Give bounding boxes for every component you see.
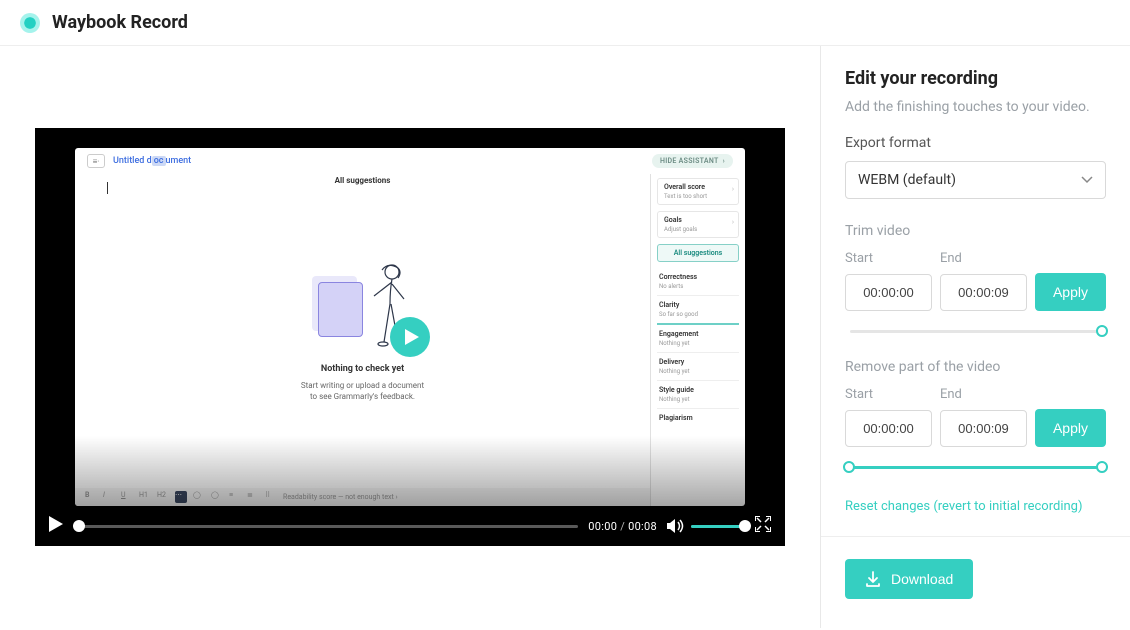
doc-editor-pane: All suggestions	[75, 174, 650, 506]
doc-toolbar: B I U H1 H2 ⋯ ◯ ◯ ≡ ≣ ⠿ Readability scor…	[75, 488, 650, 506]
extra-icon: ⠿	[265, 491, 277, 503]
delivery-item: Delivery Nothing yet	[657, 353, 739, 381]
hide-assistant-pill: HIDE ASSISTANT ›	[652, 154, 733, 168]
video-area: ≡· Untitled document HIDE ASSISTANT › Al…	[0, 46, 820, 628]
empty-state: Nothing to check yet Start writing or up…	[95, 264, 630, 402]
export-format-select[interactable]: WEBM (default)	[845, 161, 1106, 199]
play-button[interactable]	[49, 516, 63, 536]
remove-label: Remove part of the video	[845, 359, 1106, 375]
remove-end-label: End	[940, 387, 1027, 402]
reset-link[interactable]: Reset changes (revert to initial recordi…	[845, 499, 1083, 514]
volume-icon[interactable]	[667, 518, 685, 534]
h1-icon: H1	[139, 491, 151, 503]
export-value: WEBM (default)	[858, 172, 956, 188]
h2-icon: H2	[157, 491, 169, 503]
fullscreen-button[interactable]	[755, 516, 771, 536]
seek-thumb[interactable]	[73, 520, 85, 532]
trim-end-input[interactable]	[940, 274, 1027, 311]
remove-start-label: Start	[845, 387, 932, 402]
fullscreen-icon	[755, 516, 771, 532]
edit-sidebar: Edit your recording Add the finishing to…	[820, 46, 1130, 628]
seek-bar[interactable]	[73, 525, 578, 528]
remove-slider-end-thumb[interactable]	[1096, 461, 1108, 473]
bold-icon: B	[85, 491, 97, 503]
remove-end-input[interactable]	[940, 410, 1027, 447]
remove-row: Start End Apply	[845, 387, 1106, 447]
volume-bar[interactable]	[691, 525, 745, 528]
plagiarism-item: Plagiarism	[657, 409, 739, 427]
trim-start-input[interactable]	[845, 274, 932, 311]
underline-icon: U	[121, 491, 133, 503]
main-layout: ≡· Untitled document HIDE ASSISTANT › Al…	[0, 46, 1130, 628]
list-icon: ≡	[229, 491, 241, 503]
download-icon	[865, 571, 881, 587]
video-controls: 00:00 / 00:08	[35, 506, 785, 546]
divider	[821, 536, 1130, 537]
play-icon	[49, 516, 63, 532]
download-label: Download	[891, 571, 953, 587]
remove-apply-button[interactable]: Apply	[1035, 409, 1106, 447]
volume-control	[667, 518, 745, 534]
app-logo	[20, 13, 40, 33]
big-play-button[interactable]	[390, 317, 430, 357]
overall-card: Overall score Text is too short ›	[657, 178, 739, 205]
doc-title: Untitled document	[113, 156, 191, 166]
suggestions-heading: All suggestions	[75, 176, 650, 185]
trim-slider-thumb[interactable]	[1096, 325, 1108, 337]
trim-label: Trim video	[845, 223, 1106, 239]
remove-slider-start-thumb[interactable]	[843, 461, 855, 473]
trim-end-label: End	[940, 251, 1027, 266]
engagement-item: Engagement Nothing yet	[657, 325, 739, 353]
goals-card: Goals Adjust goals ›	[657, 211, 739, 238]
volume-thumb[interactable]	[739, 520, 751, 532]
remove-slider[interactable]	[845, 461, 1106, 471]
trim-start-label: Start	[845, 251, 932, 266]
doc-topbar: ≡· Untitled document HIDE ASSISTANT ›	[75, 148, 745, 174]
correctness-item: Correctness No alerts	[657, 268, 739, 296]
export-label: Export format	[845, 135, 1106, 151]
app-header: Waybook Record	[0, 0, 1130, 46]
clarity-item: Clarity So far so good	[657, 296, 739, 325]
readability-text: Readability score — not enough text ›	[283, 493, 398, 501]
time-display: 00:00 / 00:08	[588, 520, 657, 533]
video-player: ≡· Untitled document HIDE ASSISTANT › Al…	[35, 128, 785, 546]
italic-icon: I	[103, 491, 115, 503]
panel-subtitle: Add the finishing touches to your video.	[845, 99, 1106, 115]
trim-row: Start End Apply	[845, 251, 1106, 311]
trim-slider[interactable]	[845, 325, 1106, 335]
remove-start-input[interactable]	[845, 410, 932, 447]
trim-apply-button[interactable]: Apply	[1035, 273, 1106, 311]
download-button[interactable]: Download	[845, 559, 973, 599]
empty-subtitle: Start writing or upload a document to se…	[301, 380, 424, 402]
circle-icon: ◯	[193, 491, 205, 503]
doc-menu-icon: ≡·	[87, 154, 105, 168]
circle2-icon: ◯	[211, 491, 223, 503]
style-item: Style guide Nothing yet	[657, 381, 739, 409]
all-suggestions-card: All suggestions	[657, 244, 739, 262]
empty-title: Nothing to check yet	[321, 364, 404, 374]
doc-sidebar: Overall score Text is too short › Goals …	[650, 174, 745, 506]
link-icon: ⋯	[175, 491, 187, 503]
numlist-icon: ≣	[247, 491, 259, 503]
panel-title: Edit your recording	[845, 68, 1106, 89]
chevron-down-icon	[1081, 172, 1093, 188]
play-icon	[405, 329, 419, 345]
app-title: Waybook Record	[52, 12, 188, 33]
